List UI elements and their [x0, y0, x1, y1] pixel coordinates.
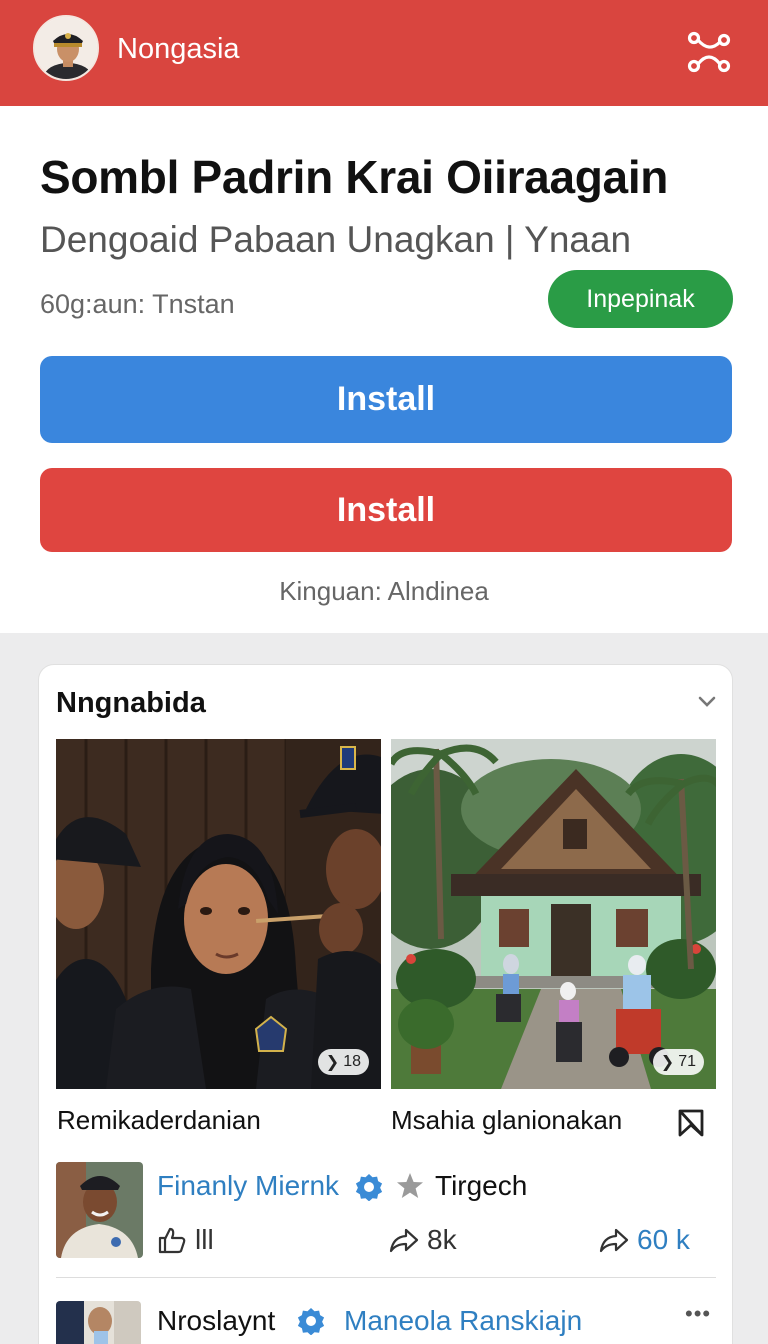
share-count: 8k	[427, 1224, 457, 1255]
app-info-card: Sombl Padrin Krai Oiiraagain Dengoaid Pa…	[0, 106, 768, 633]
author-name[interactable]: Finanly Miernk	[157, 1170, 339, 1202]
app-meta: 60g:aun: Tnstan	[40, 289, 235, 319]
thumbs-up-icon	[158, 1227, 186, 1254]
author-avatar[interactable]	[56, 1162, 143, 1258]
star-icon	[395, 1171, 425, 1201]
post-image-village[interactable]: ❯ 71	[391, 739, 716, 1089]
play-icon: ❯	[660, 1054, 675, 1071]
share-count: 60 k	[637, 1224, 690, 1255]
forward-arrow-icon	[389, 1228, 419, 1253]
view-count: 71	[678, 1053, 696, 1070]
divider	[56, 1277, 716, 1278]
page-title: Sombl Padrin Krai Oiiraagain	[40, 151, 669, 203]
install-button-primary[interactable]: Install	[40, 356, 732, 443]
post-caption[interactable]: Remikaderdanian	[57, 1105, 261, 1136]
share-button[interactable]: 8k	[389, 1223, 457, 1257]
post-caption[interactable]: Msahia glanionakan	[391, 1105, 622, 1136]
install-button-secondary[interactable]: Install	[40, 468, 732, 552]
feed-title: Nngnabida	[56, 687, 206, 719]
app-footnote: Kinguan: Alndinea	[279, 576, 489, 606]
app-name: Nongasia	[117, 33, 240, 65]
app-header: Nongasia	[0, 0, 768, 106]
view-count-badge: ❯ 71	[652, 1049, 704, 1075]
bookmark-icon[interactable]	[676, 1108, 706, 1138]
like-button[interactable]: lll	[157, 1223, 214, 1257]
author-organization[interactable]: Maneola Ranskiajn	[344, 1305, 582, 1337]
share-button[interactable]: 60 k	[599, 1223, 690, 1257]
like-count: lll	[195, 1224, 214, 1255]
avatar[interactable]	[33, 15, 99, 81]
play-icon: ❯	[325, 1054, 340, 1071]
more-dots-icon[interactable]: •••	[685, 1301, 711, 1327]
feed-card: Nngnabida ❯ 18 ❯ 71 Remikaderdanian Msah…	[38, 664, 733, 1344]
chevron-down-icon[interactable]	[695, 691, 719, 711]
status-badge[interactable]: Inpepinak	[548, 270, 733, 328]
view-count-badge: ❯ 18	[317, 1049, 369, 1075]
post-tag: Tirgech	[435, 1170, 528, 1201]
verified-badge-icon	[297, 1307, 325, 1336]
author-name[interactable]: Nroslaynt	[157, 1305, 275, 1337]
app-subtitle: Dengoaid Pabaan Unagkan | Ynaan	[40, 219, 632, 260]
verified-badge-icon	[355, 1173, 383, 1202]
view-count: 18	[343, 1053, 361, 1070]
post-image-people[interactable]: ❯ 18	[56, 739, 381, 1089]
share-nodes-icon[interactable]	[684, 28, 734, 78]
forward-arrow-icon	[599, 1228, 629, 1253]
author-avatar[interactable]	[56, 1301, 141, 1344]
